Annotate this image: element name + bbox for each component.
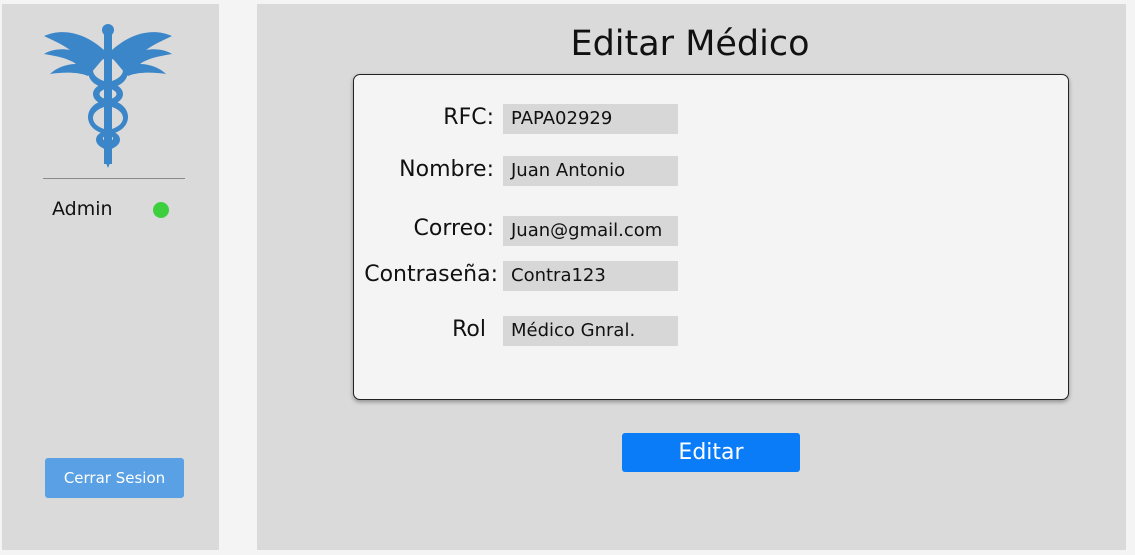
sidebar: Admin Cerrar Sesion <box>2 4 219 550</box>
nombre-field[interactable]: Juan Antonio <box>503 156 678 186</box>
correo-label: Correo: <box>413 216 494 241</box>
rol-field[interactable]: Médico Gnral. <box>503 316 678 346</box>
contrasena-label: Contraseña: <box>364 262 498 287</box>
main-panel: Editar Médico RFC: PAPA02929 Nombre: Jua… <box>257 4 1126 550</box>
user-name: Admin <box>52 198 113 220</box>
edit-form: RFC: PAPA02929 Nombre: Juan Antonio Corr… <box>353 74 1069 400</box>
nombre-label: Nombre: <box>399 157 494 182</box>
correo-field[interactable]: Juan@gmail.com <box>503 216 678 246</box>
edit-button[interactable]: Editar <box>622 433 800 472</box>
rfc-field[interactable]: PAPA02929 <box>503 104 678 134</box>
caduceus-icon <box>44 24 172 168</box>
logout-button[interactable]: Cerrar Sesion <box>45 458 184 498</box>
online-status-icon <box>153 202 169 218</box>
page-title: Editar Médico <box>570 24 810 64</box>
rol-label: Rol <box>452 317 486 342</box>
rfc-label: RFC: <box>443 105 494 130</box>
contrasena-field[interactable]: Contra123 <box>503 261 678 291</box>
sidebar-divider <box>43 178 185 179</box>
